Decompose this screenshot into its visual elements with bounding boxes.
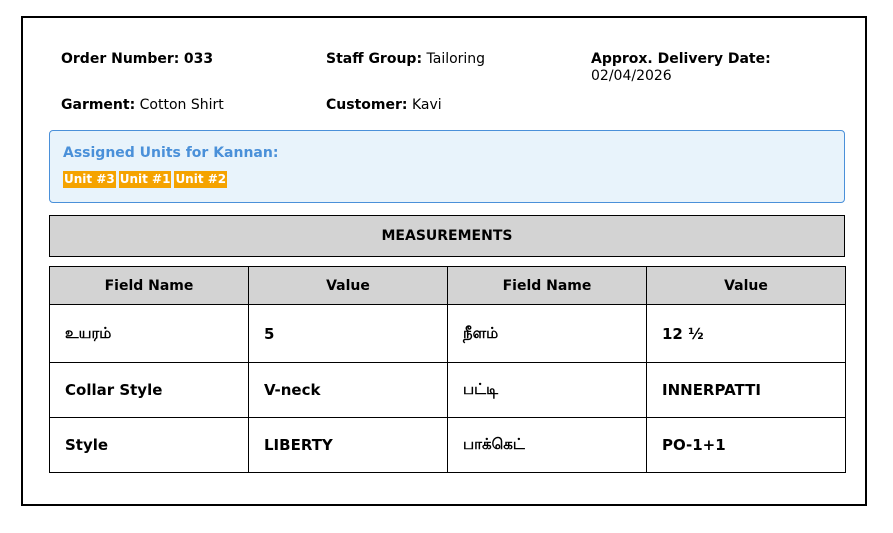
field-name-cell: Collar Style [49,362,249,418]
unit-badge: Unit #1 [118,171,172,188]
column-header: Value [248,266,448,305]
unit-badge: Unit #3 [63,171,116,188]
measurements-heading: MEASUREMENTS [49,215,845,257]
delivery-date-field: Approx. Delivery Date: 02/04/2026 [591,51,771,85]
table-row: Style LIBERTY பாக்கெட் PO-1+1 [49,417,846,473]
unit-badge: Unit #2 [174,171,228,188]
garment-field: Garment: Cotton Shirt [61,97,224,114]
table-header-row: Field Name Value Field Name Value [49,266,846,305]
staff-group-label: Staff Group: [326,51,423,67]
column-header: Field Name [447,266,647,305]
table-row: Collar Style V-neck பட்டி INNERPATTI [49,362,846,418]
value-cell: LIBERTY [248,417,448,473]
garment-value: Cotton Shirt [139,97,224,113]
assigned-units-title: Assigned Units for Kannan: [63,145,279,161]
order-sheet: Order Number: 033 Staff Group: Tailoring… [21,16,867,506]
value-cell: INNERPATTI [646,362,846,418]
value-cell: 12 ½ [646,304,846,363]
table-row: உயரம் 5 நீளம் 12 ½ [49,304,846,363]
field-name-cell: பாக்கெட் [447,417,647,473]
order-number-value: 033 [183,51,214,67]
field-name-cell: நீளம் [447,304,647,363]
delivery-date-value: 02/04/2026 [591,68,672,84]
value-cell: PO-1+1 [646,417,846,473]
order-number-label: Order Number: [61,51,180,67]
assigned-units-panel: Assigned Units for Kannan: Unit #3 Unit … [49,130,845,203]
delivery-date-label: Approx. Delivery Date: [591,51,771,67]
measurements-table: Field Name Value Field Name Value உயரம் … [49,266,846,473]
unit-badge-list: Unit #3 Unit #1 Unit #2 [63,171,228,188]
value-cell: 5 [248,304,448,363]
column-header: Value [646,266,846,305]
field-name-cell: பட்டி [447,362,647,418]
customer-field: Customer: Kavi [326,97,442,114]
garment-label: Garment: [61,97,136,113]
order-number-field: Order Number: 033 [61,51,213,68]
customer-label: Customer: [326,97,408,113]
field-name-cell: Style [49,417,249,473]
staff-group-field: Staff Group: Tailoring [326,51,485,68]
value-cell: V-neck [248,362,448,418]
field-name-cell: உயரம் [49,304,249,363]
column-header: Field Name [49,266,249,305]
customer-value: Kavi [411,97,442,113]
staff-group-value: Tailoring [426,51,486,67]
